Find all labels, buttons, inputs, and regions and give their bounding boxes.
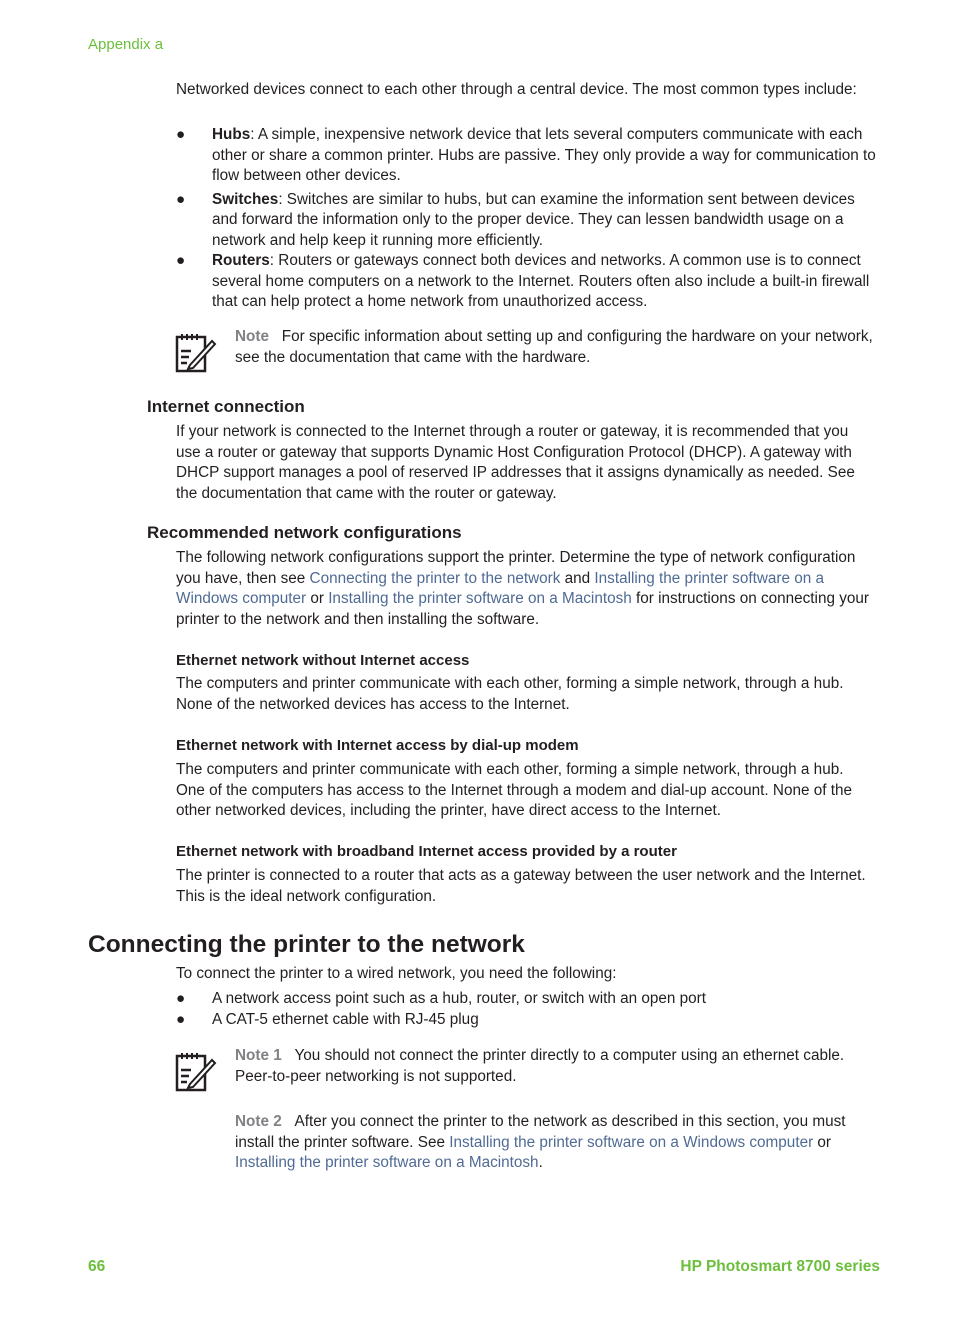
note-label: Note 1: [235, 1047, 282, 1064]
term: Switches: [212, 190, 279, 208]
config-paragraph: The printer is connected to a router tha…: [176, 867, 866, 905]
intro-paragraph: Networked devices connect to each other …: [176, 81, 857, 98]
section-heading: Connecting the printer to the network: [88, 931, 525, 958]
device-types-list: ● Hubs: A simple, inexpensive network de…: [176, 125, 876, 313]
link-install-macintosh[interactable]: Installing the printer software on a Mac…: [328, 590, 632, 607]
requirements-list: ● A network access point such as a hub, …: [176, 989, 876, 1030]
definition: : A simple, inexpensive network device t…: [212, 126, 876, 184]
note-label: Note: [235, 328, 269, 345]
list-item-text: A network access point such as a hub, ro…: [212, 990, 707, 1007]
note-2: Note 2 After you connect the printer to …: [235, 1112, 875, 1174]
config-heading: Ethernet network with broadband Internet…: [176, 843, 677, 860]
note-text: You should not connect the printer direc…: [235, 1047, 845, 1085]
list-item-hubs: ● Hubs: A simple, inexpensive network de…: [176, 125, 876, 187]
note: Note For specific information about sett…: [235, 327, 875, 368]
list-item-routers: ● Routers: Routers or gateways connect b…: [176, 251, 876, 313]
link-install-macintosh[interactable]: Installing the printer software on a Mac…: [235, 1154, 539, 1171]
recommended-configurations-heading: Recommended network configurations: [147, 523, 462, 542]
note-text: For specific information about setting u…: [235, 328, 873, 366]
list-item-text: A CAT-5 ethernet cable with RJ-45 plug: [212, 1010, 479, 1028]
bullet-icon: ●: [176, 252, 186, 269]
config-heading: Ethernet network without Internet access: [176, 652, 470, 669]
link-install-windows[interactable]: Installing the printer software on a Win…: [449, 1134, 813, 1151]
list-item: ● A network access point such as a hub, …: [176, 989, 876, 1010]
text: or: [306, 590, 329, 607]
internet-connection-heading: Internet connection: [147, 397, 305, 416]
bullet-icon: ●: [176, 190, 186, 208]
page-number: 66: [88, 1258, 106, 1275]
list-item-switches: ● Switches: Switches are similar to hubs…: [176, 190, 876, 252]
note-1: Note 1 You should not connect the printe…: [235, 1046, 875, 1087]
text: .: [538, 1154, 543, 1171]
term: Hubs: [212, 126, 251, 143]
config-heading: Ethernet network with Internet access by…: [176, 737, 579, 754]
definition: : Switches are similar to hubs, but can …: [212, 190, 855, 249]
note-pencil-icon: [174, 331, 218, 380]
bullet-icon: ●: [176, 1010, 186, 1028]
config-paragraph: The computers and printer communicate wi…: [176, 675, 844, 713]
term: Routers: [212, 252, 270, 269]
recommended-configurations-paragraph: The following network configurations sup…: [176, 548, 881, 630]
config-paragraph: The computers and printer communicate wi…: [176, 761, 853, 819]
note-pencil-icon: [174, 1050, 218, 1099]
connecting-intro: To connect the printer to a wired networ…: [176, 965, 617, 982]
note-label: Note 2: [235, 1113, 282, 1130]
definition: : Routers or gateways connect both devic…: [212, 252, 870, 310]
bullet-icon: ●: [176, 990, 186, 1007]
text: and: [560, 569, 595, 587]
product-name: HP Photosmart 8700 series: [680, 1258, 880, 1275]
bullet-icon: ●: [176, 126, 186, 143]
running-header: Appendix a: [88, 36, 164, 53]
text: or: [813, 1133, 832, 1151]
link-connecting-printer[interactable]: Connecting the printer to the network: [310, 570, 561, 587]
internet-connection-paragraph: If your network is connected to the Inte…: [176, 423, 855, 502]
list-item: ● A CAT-5 ethernet cable with RJ-45 plug: [176, 1010, 876, 1031]
